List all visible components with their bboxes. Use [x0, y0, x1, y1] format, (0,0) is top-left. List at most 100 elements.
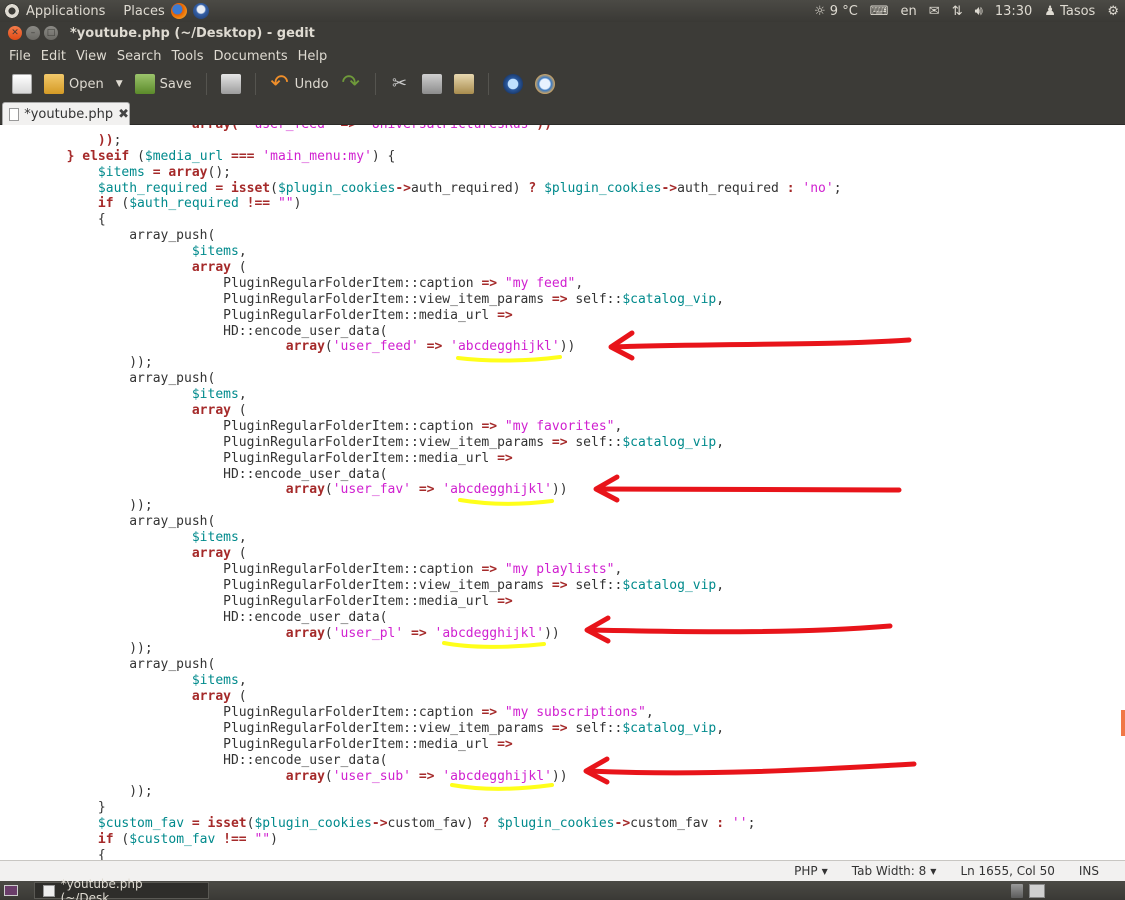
code-line[interactable]: PluginRegularFolderItem::view_item_param…	[4, 578, 842, 594]
user-menu[interactable]: ♟ Tasos	[1044, 4, 1095, 19]
code-line[interactable]: ));	[4, 641, 842, 657]
code-line[interactable]: ));	[4, 355, 842, 371]
menu-documents[interactable]: Documents	[209, 49, 293, 64]
code-line[interactable]: $auth_required = isset($plugin_cookies->…	[4, 181, 842, 197]
code-line[interactable]: $items = array();	[4, 165, 842, 181]
paste-button[interactable]	[450, 70, 478, 98]
code-line[interactable]: PluginRegularFolderItem::caption => "my …	[4, 419, 842, 435]
code-line[interactable]: ));	[4, 784, 842, 800]
save-button[interactable]: Save	[131, 70, 196, 98]
firefox-icon[interactable]	[170, 3, 187, 19]
applications-menu[interactable]: Applications	[26, 4, 105, 19]
code-line[interactable]: PluginRegularFolderItem::caption => "my …	[4, 562, 842, 578]
redo-button[interactable]: ↷	[337, 70, 365, 98]
code-line[interactable]: PluginRegularFolderItem::caption => "my …	[4, 276, 842, 292]
code-line[interactable]: PluginRegularFolderItem::media_url =>	[4, 737, 842, 753]
code-line[interactable]: array('user_pl' => 'abcdegghijkl'))	[4, 626, 842, 642]
code-line[interactable]: array('user_feed' => 'abcdegghijkl'))	[4, 339, 842, 355]
code-line[interactable]: array_push(	[4, 514, 842, 530]
find-button[interactable]	[499, 70, 527, 98]
copy-button[interactable]	[418, 70, 446, 98]
code-token: $items	[191, 387, 239, 403]
menu-tools[interactable]: Tools	[166, 49, 208, 64]
code-line[interactable]: $custom_fav = isset($plugin_cookies->cus…	[4, 816, 842, 832]
code-line[interactable]: if ($custom_fav !== "")	[4, 832, 842, 848]
trash-icon[interactable]	[1011, 883, 1023, 898]
code-line[interactable]: HD::encode_user_data(	[4, 467, 842, 483]
code-line[interactable]: array( 'user_feed' => 'UniversalPictures…	[4, 125, 842, 133]
workspace-switcher-icon[interactable]	[1029, 883, 1045, 898]
cut-button[interactable]: ✂	[386, 70, 414, 98]
open-recent-dropdown[interactable]: ▼	[112, 70, 127, 98]
code-token: $custom_fav	[129, 832, 216, 848]
minimize-window-button[interactable]: –	[26, 26, 40, 40]
code-line[interactable]: PluginRegularFolderItem::caption => "my …	[4, 705, 842, 721]
code-line[interactable]: HD::encode_user_data(	[4, 610, 842, 626]
open-button[interactable]: Open	[40, 70, 108, 98]
code-line[interactable]: $items,	[4, 244, 842, 260]
settings-gear-icon[interactable]: ⚙	[1107, 4, 1119, 19]
places-menu[interactable]: Places	[123, 4, 164, 19]
code-line[interactable]: array_push(	[4, 657, 842, 673]
code-line[interactable]: HD::encode_user_data(	[4, 324, 842, 340]
menu-help[interactable]: Help	[293, 49, 333, 64]
tab-youtube-php[interactable]: *youtube.php ✖	[2, 102, 130, 125]
code-line[interactable]: array('user_fav' => 'abcdegghijkl'))	[4, 482, 842, 498]
code-line[interactable]: PluginRegularFolderItem::media_url =>	[4, 451, 842, 467]
menu-file[interactable]: File	[4, 49, 36, 64]
new-document-button[interactable]	[8, 70, 36, 98]
network-icon[interactable]: ⇅	[952, 4, 963, 19]
keyboard-layout[interactable]: en	[901, 4, 917, 19]
tab-width-selector[interactable]: Tab Width: 8 ▼	[840, 864, 949, 878]
code-view[interactable]: array( 'user_feed' => 'UniversalPictures…	[4, 125, 842, 860]
code-line[interactable]: PluginRegularFolderItem::media_url =>	[4, 308, 842, 324]
code-line[interactable]: array (	[4, 260, 842, 276]
replace-button[interactable]	[531, 70, 559, 98]
code-line[interactable]: array (	[4, 546, 842, 562]
undo-button[interactable]: ↶ Undo	[266, 70, 333, 98]
code-line[interactable]: array('user_sub' => 'abcdegghijkl'))	[4, 769, 842, 785]
code-editor[interactable]: array( 'user_feed' => 'UniversalPictures…	[0, 125, 1125, 860]
code-line[interactable]: array (	[4, 689, 842, 705]
code-line[interactable]: array_push(	[4, 228, 842, 244]
mail-icon[interactable]: ✉	[929, 4, 940, 19]
close-window-button[interactable]: ✕	[8, 26, 22, 40]
maximize-window-button[interactable]: □	[44, 26, 58, 40]
ubuntu-logo-icon[interactable]	[4, 3, 20, 19]
code-line[interactable]: } elseif ($media_url === 'main_menu:my')…	[4, 149, 842, 165]
code-line[interactable]: {	[4, 212, 842, 228]
code-line[interactable]: }	[4, 800, 842, 816]
code-line[interactable]: {	[4, 848, 842, 860]
taskbar-window-button[interactable]: *youtube.php (~/Desk...	[34, 877, 209, 900]
menu-edit[interactable]: Edit	[36, 49, 71, 64]
close-tab-icon[interactable]: ✖	[118, 107, 129, 122]
code-line[interactable]: ));	[4, 133, 842, 149]
code-line[interactable]: $items,	[4, 530, 842, 546]
language-label: PHP	[794, 864, 818, 878]
keyboard-icon[interactable]: ⌨	[870, 4, 889, 19]
code-line[interactable]: PluginRegularFolderItem::view_item_param…	[4, 721, 842, 737]
code-line[interactable]: array (	[4, 403, 842, 419]
code-line[interactable]: PluginRegularFolderItem::media_url =>	[4, 594, 842, 610]
thunderbird-icon[interactable]	[192, 3, 209, 19]
code-line[interactable]: array_push(	[4, 371, 842, 387]
weather-indicator[interactable]: ☼ 9 °C	[814, 4, 858, 19]
menu-search[interactable]: Search	[112, 49, 167, 64]
code-line[interactable]: PluginRegularFolderItem::view_item_param…	[4, 435, 842, 451]
code-line[interactable]: if ($auth_required !== "")	[4, 196, 842, 212]
window-titlebar[interactable]: ✕ – □ *youtube.php (~/Desktop) - gedit	[0, 22, 1125, 44]
code-line[interactable]: $items,	[4, 673, 842, 689]
volume-icon[interactable]: 🔊︎	[975, 4, 983, 19]
code-line[interactable]: PluginRegularFolderItem::view_item_param…	[4, 292, 842, 308]
menu-view[interactable]: View	[71, 49, 112, 64]
clock[interactable]: 13:30	[995, 4, 1032, 19]
show-desktop-icon[interactable]	[4, 885, 18, 896]
language-selector[interactable]: PHP ▼	[782, 864, 840, 878]
code-token: ;	[747, 816, 756, 832]
print-button[interactable]	[217, 70, 245, 98]
code-line[interactable]: $items,	[4, 387, 842, 403]
code-line[interactable]: HD::encode_user_data(	[4, 753, 842, 769]
scrollbar-thumb[interactable]	[1121, 710, 1125, 736]
code-line[interactable]: ));	[4, 498, 842, 514]
